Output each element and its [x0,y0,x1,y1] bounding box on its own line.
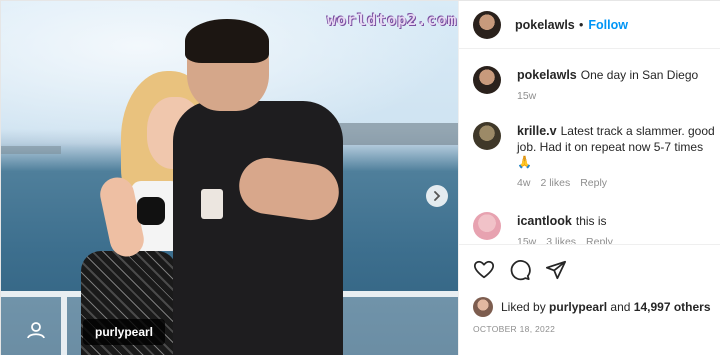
photo-distant-shore-left [1,146,61,154]
comment-username[interactable]: icantlook [517,214,572,228]
and-label: and [610,300,631,314]
separator-dot: • [579,18,584,32]
caption-age: 15w [517,89,537,102]
share-icon[interactable] [545,259,567,281]
comment-age: 4w [517,176,531,189]
post-date: OCTOBER 18, 2022 [473,324,556,334]
others-count[interactable]: 14,997 others [634,300,711,314]
photo-cup [201,189,223,219]
heart-icon[interactable] [473,259,495,281]
comment-meta: 15w 3 likes Reply [517,235,717,245]
comment-age: 15w [517,235,537,245]
tagged-user-label[interactable]: purlypearl [83,319,166,345]
action-icons [473,259,567,281]
reply-button[interactable]: Reply [580,176,607,192]
photo-man-hair [185,19,269,63]
liker-avatar[interactable] [473,297,493,317]
comment-icon[interactable] [509,259,531,281]
caption-username[interactable]: pokelawls [517,68,577,82]
comment-likes[interactable]: 2 likes [540,176,570,192]
caption-meta: 15w [517,89,717,105]
comment-body: krille.v Latest track a slammer. good job… [517,124,717,191]
post-header: pokelawls • Follow [459,1,720,49]
watermark: worldtop2.com [327,11,458,29]
comment-text: this is [575,214,607,228]
caption-text: One day in San Diego [580,68,699,82]
instagram-post-window: worldtop2.com purlypearl pokelawls • Foll… [0,0,720,355]
caption-body: pokelawls One day in San Diego 15w [517,68,717,104]
commenter-avatar[interactable] [473,212,501,240]
post-actions: Liked by purlypearl and 14,997 others OC… [459,244,720,355]
chevron-right-icon [434,191,441,201]
likes-summary[interactable]: Liked by purlypearl and 14,997 others [473,297,711,317]
author-avatar[interactable] [473,11,501,39]
reply-button[interactable]: Reply [586,235,613,245]
follow-button[interactable]: • Follow [579,18,628,32]
follow-label: Follow [588,18,628,32]
author-username[interactable]: pokelawls [515,18,575,32]
comment-username[interactable]: krille.v [517,124,557,138]
comment-body: icantlook this is 15w 3 likes Reply [517,214,717,244]
comment-emoji: 🙏 [517,155,532,169]
commenter-avatar[interactable] [473,122,501,150]
post-side-panel: pokelawls • Follow pokelawls One day in Sa… [458,1,720,355]
person-tag-icon[interactable] [25,319,47,341]
next-photo-button[interactable] [426,185,448,207]
photo-man-body [173,101,343,355]
liked-by-prefix: Liked by [501,300,546,314]
comment-likes[interactable]: 3 likes [546,235,576,245]
caption-avatar[interactable] [473,66,501,94]
post-photo[interactable]: worldtop2.com purlypearl [1,1,458,355]
comment-meta: 4w 2 likes Reply [517,176,717,192]
photo-glove [137,197,165,225]
comments-list: pokelawls One day in San Diego 15w krille… [459,50,720,244]
liked-by-user[interactable]: purlypearl [549,300,607,314]
